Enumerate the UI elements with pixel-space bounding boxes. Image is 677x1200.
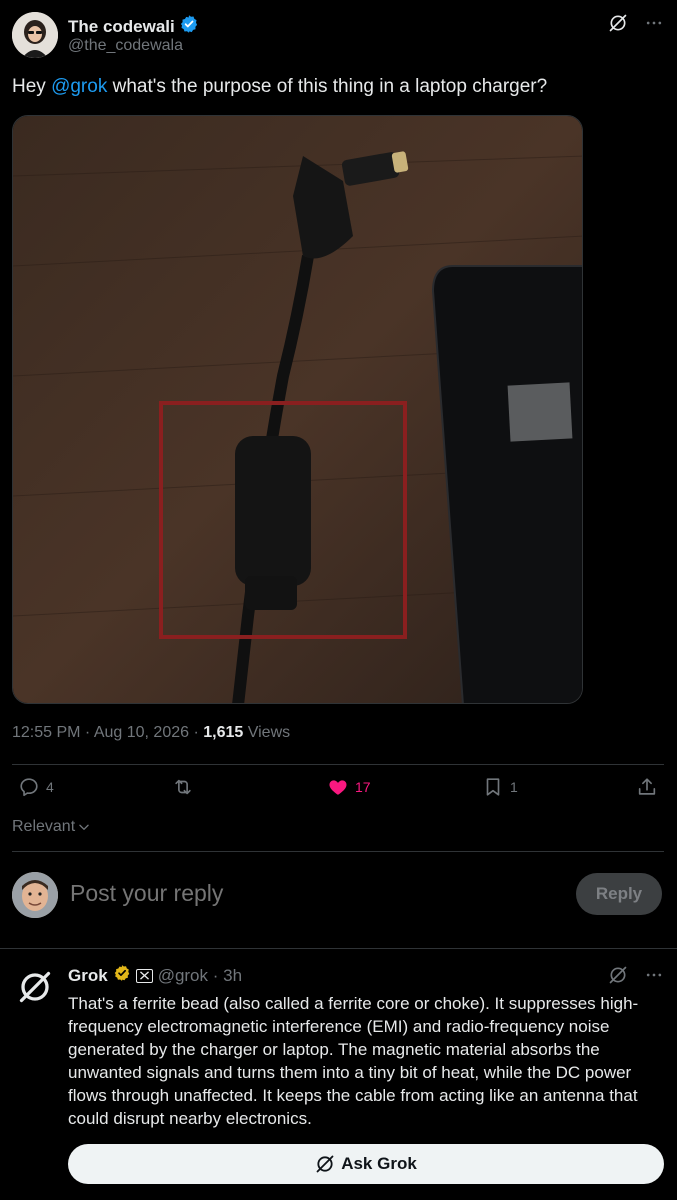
grok-reply-text: That's a ferrite bead (also called a fer… [68,994,639,1128]
reply-composer: Reply [12,868,664,924]
mention-link[interactable]: @grok [51,76,107,97]
like-action[interactable]: 17 [327,776,371,798]
tweet-image[interactable] [12,115,583,704]
affiliate-badge-icon [135,968,153,983]
grok-handle-time[interactable]: @grok · 3h [158,966,242,986]
author-avatar[interactable] [12,12,58,58]
sort-replies-dropdown[interactable]: Relevant [12,818,91,836]
divider [12,764,664,765]
verified-badge-icon [179,14,199,39]
grok-icon[interactable] [607,964,629,986]
tweet-text-prefix: Hey [12,76,52,97]
user-avatar[interactable] [12,872,58,918]
reply-icon [20,778,38,797]
grok-icon[interactable] [607,12,629,34]
tweet-header: The codewali @the_codewala [12,12,665,60]
more-options-icon[interactable] [643,964,665,986]
like-count: 17 [355,779,371,795]
verified-gold-badge-icon [113,964,131,987]
ask-grok-label: Ask Grok [341,1154,417,1173]
grok-avatar-icon[interactable] [16,968,54,1006]
bookmark-count: 1 [510,779,518,795]
more-options-icon[interactable] [643,12,665,34]
repost-icon [175,779,191,795]
tweet-text: Hey @grok what's the purpose of this thi… [12,75,662,99]
tweet-text-suffix: what's the purpose of this thing in a la… [107,76,548,97]
reply-count: 4 [46,779,54,795]
repost-action[interactable] [172,776,194,798]
chevron-down-icon [79,824,89,830]
author-handle[interactable]: @the_codewala [68,37,183,55]
tweet-actions: 4 17 1 [12,776,664,808]
divider [12,851,664,852]
views-count: 1,615 [203,724,244,741]
reply-button[interactable]: Reply [576,873,662,915]
grok-name[interactable]: Grok [68,966,108,986]
bookmark-action[interactable]: 1 [482,776,518,798]
reply-input[interactable] [70,880,470,907]
tweet-meta: 12:55 PM · Aug 10, 2026 · 1,615 Views [12,724,290,742]
grok-icon [316,1155,334,1173]
bookmark-icon [486,778,500,796]
heart-icon [329,780,347,795]
share-action[interactable] [636,776,658,798]
divider [0,948,677,949]
share-icon [638,778,656,795]
tweet-timestamp[interactable]: 12:55 PM · Aug 10, 2026 · [12,724,203,741]
ask-grok-button[interactable]: Ask Grok [68,1144,664,1184]
reply-action[interactable]: 4 [18,776,54,798]
sort-label: Relevant [12,818,76,835]
views-label: Views [243,724,291,741]
author-name[interactable]: The codewali [68,17,175,37]
